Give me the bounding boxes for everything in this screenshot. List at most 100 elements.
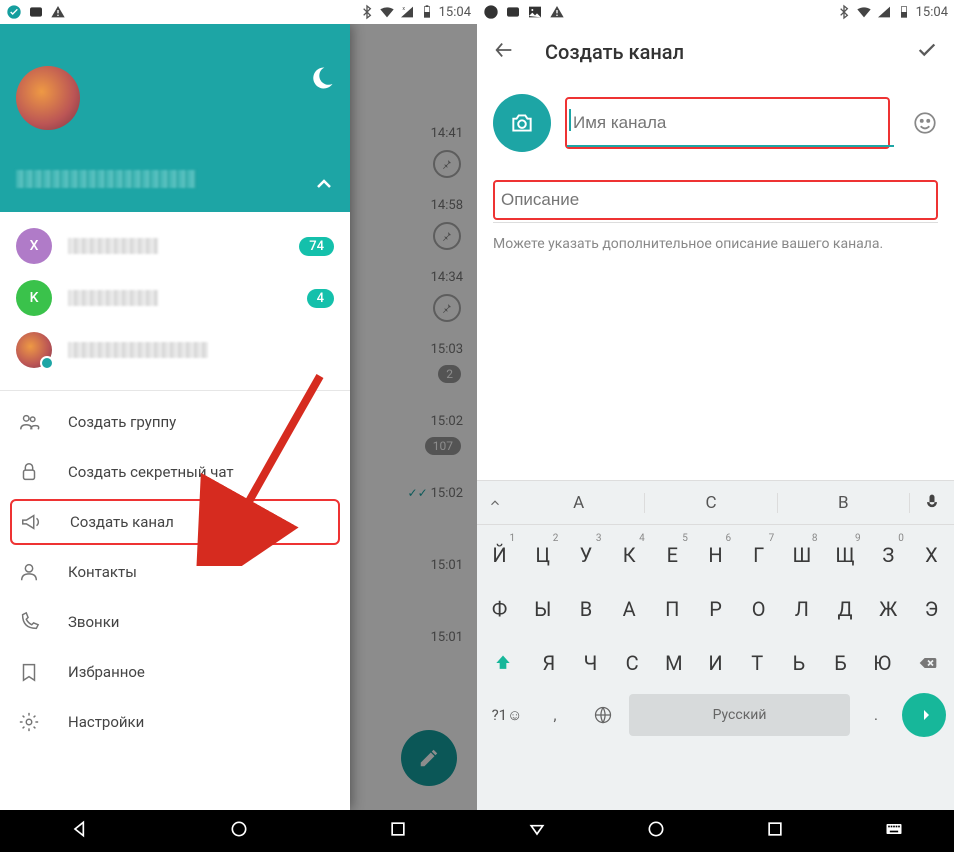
key-П[interactable]: П	[652, 585, 693, 633]
backspace-key[interactable]	[904, 639, 952, 687]
wifi-icon	[379, 4, 395, 20]
symbols-key[interactable]: ?1☺	[485, 694, 529, 736]
warning-status-icon	[549, 4, 565, 20]
key-Л[interactable]: Л	[781, 585, 822, 633]
menu-label: Звонки	[68, 613, 119, 631]
key-Ж[interactable]: Ж	[868, 585, 909, 633]
svg-text:x: x	[402, 6, 405, 12]
suggestion[interactable]: А	[513, 493, 645, 513]
menu-create-secret-chat[interactable]: Создать секретный чат	[0, 447, 350, 497]
menu-settings[interactable]: Настройки	[0, 697, 350, 747]
suggestion[interactable]: С	[645, 493, 777, 513]
nav-back[interactable]	[70, 819, 90, 843]
space-key[interactable]: Русский	[629, 694, 850, 736]
contact-icon	[18, 561, 40, 583]
key-Ч[interactable]: Ч	[571, 639, 611, 687]
page-title: Создать канал	[545, 40, 684, 64]
menu-contacts[interactable]: Контакты	[0, 547, 350, 597]
android-navbar	[477, 810, 954, 852]
key-У[interactable]: У3	[565, 531, 606, 579]
suggestion[interactable]: В	[778, 493, 910, 513]
language-key[interactable]	[581, 694, 625, 736]
channel-name-input[interactable]	[573, 103, 882, 143]
nav-home[interactable]	[229, 819, 249, 843]
key-Д[interactable]: Д	[824, 585, 865, 633]
menu-create-channel[interactable]: Создать канал	[10, 499, 340, 545]
account-row[interactable]: K 4	[0, 272, 350, 324]
drawer-header	[0, 24, 350, 212]
account-avatar	[16, 332, 52, 368]
create-channel-toolbar: Создать канал	[477, 24, 954, 80]
image-status-icon	[527, 4, 543, 20]
channel-name-field[interactable]	[565, 97, 890, 149]
key-Ы[interactable]: Ы	[522, 585, 563, 633]
key-Я[interactable]: Я	[529, 639, 569, 687]
menu-calls[interactable]: Звонки	[0, 597, 350, 647]
key-Ь[interactable]: Ь	[779, 639, 819, 687]
key-З[interactable]: З0	[868, 531, 909, 579]
nav-recent[interactable]	[765, 819, 785, 843]
collapse-suggestions[interactable]	[477, 496, 513, 510]
key-И[interactable]: И	[696, 639, 736, 687]
group-icon	[18, 411, 40, 433]
megaphone-icon	[20, 511, 42, 533]
unread-badge: 74	[299, 237, 334, 256]
menu-create-group[interactable]: Создать группу	[0, 397, 350, 447]
nav-home[interactable]	[646, 819, 666, 843]
back-button[interactable]	[493, 39, 515, 65]
account-row[interactable]: X 74	[0, 220, 350, 272]
channel-photo-button[interactable]	[493, 94, 551, 152]
key-Б[interactable]: Б	[821, 639, 861, 687]
enter-key[interactable]	[902, 693, 946, 737]
signal-icon: x	[399, 4, 415, 20]
account-row[interactable]	[0, 324, 350, 376]
key-Ц[interactable]: Ц2	[522, 531, 563, 579]
menu-label: Создать группу	[68, 413, 176, 431]
signal-icon	[876, 4, 892, 20]
key-Щ[interactable]: Щ9	[824, 531, 865, 579]
warning-status-icon	[50, 4, 66, 20]
key-Х[interactable]: Х	[911, 531, 952, 579]
key-А[interactable]: А	[609, 585, 650, 633]
nav-back[interactable]	[527, 819, 547, 843]
confirm-button[interactable]	[916, 39, 938, 65]
account-expand-toggle[interactable]	[312, 172, 336, 200]
period-key[interactable]: .	[854, 694, 898, 736]
key-Й[interactable]: Й1	[479, 531, 520, 579]
comma-key[interactable]: ,	[533, 694, 577, 736]
key-Ю[interactable]: Ю	[862, 639, 902, 687]
key-К[interactable]: К4	[609, 531, 650, 579]
mail-status-icon	[28, 4, 44, 20]
nav-recent[interactable]	[388, 819, 408, 843]
key-Т[interactable]: Т	[737, 639, 777, 687]
nav-keyboard[interactable]	[884, 819, 904, 843]
channel-description-input[interactable]	[499, 182, 932, 218]
menu-saved-messages[interactable]: Избранное	[0, 647, 350, 697]
profile-avatar[interactable]	[16, 66, 80, 130]
text-cursor	[569, 109, 571, 131]
bluetooth-icon	[359, 4, 375, 20]
key-Ш[interactable]: Ш8	[781, 531, 822, 579]
key-Э[interactable]: Э	[911, 585, 952, 633]
account-name	[68, 238, 158, 254]
key-О[interactable]: О	[738, 585, 779, 633]
android-navbar	[0, 810, 477, 852]
key-М[interactable]: М	[654, 639, 694, 687]
night-mode-toggle[interactable]	[308, 64, 336, 96]
key-Р[interactable]: Р	[695, 585, 736, 633]
key-В[interactable]: В	[565, 585, 606, 633]
key-Ф[interactable]: Ф	[479, 585, 520, 633]
menu-label: Создать секретный чат	[68, 463, 234, 481]
key-Г[interactable]: Г7	[738, 531, 779, 579]
key-Н[interactable]: Н6	[695, 531, 736, 579]
lock-icon	[18, 461, 40, 483]
menu-label: Создать канал	[70, 513, 174, 531]
shift-key[interactable]	[479, 639, 527, 687]
key-С[interactable]: С	[612, 639, 652, 687]
emoji-button[interactable]	[912, 110, 938, 136]
account-avatar: K	[16, 280, 52, 316]
voice-input[interactable]	[910, 493, 954, 513]
key-Е[interactable]: Е5	[652, 531, 693, 579]
camera-icon	[509, 110, 535, 136]
gear-icon	[18, 711, 40, 733]
